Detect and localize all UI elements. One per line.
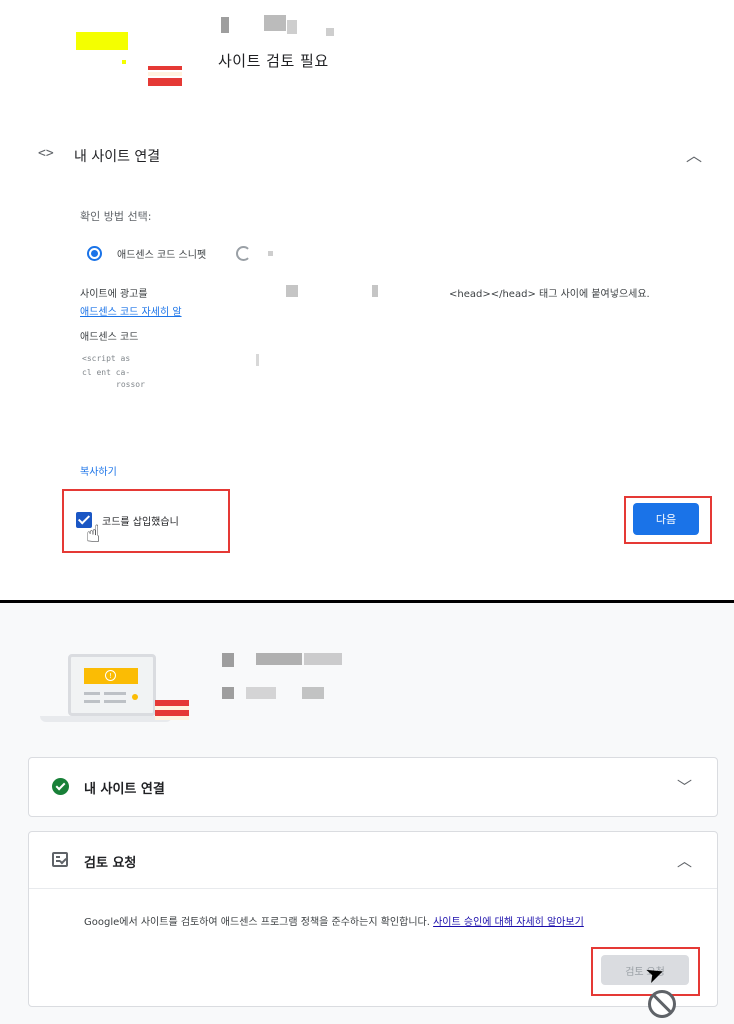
laptop-illustration xyxy=(104,692,126,695)
laptop-illustration xyxy=(40,716,172,722)
review-checklist-icon xyxy=(52,852,68,867)
top-panel: 사이트 검토 필요 <> 내 사이트 연결 ︿ 확인 방법 선택: 애드센스 코… xyxy=(0,0,734,600)
blurred-site-name xyxy=(302,687,324,699)
next-button[interactable]: 다음 xyxy=(633,503,699,535)
blurred-text xyxy=(268,251,273,256)
illustration xyxy=(122,60,126,64)
code-label: 애드센스 코드 xyxy=(80,332,139,343)
checkbox-label: 코드를 삽입했습니 xyxy=(102,517,179,528)
laptop-illustration xyxy=(68,654,156,716)
blurred-site-name xyxy=(256,653,302,665)
code-snippet-line: rossor xyxy=(116,380,145,389)
blurred-text xyxy=(372,285,378,297)
page-title: 사이트 검토 필요 xyxy=(218,52,329,70)
radio-adsense-snippet[interactable] xyxy=(87,246,102,261)
check-circle-icon xyxy=(52,778,69,795)
illustration-books xyxy=(148,72,182,76)
blurred-site-name xyxy=(304,653,342,665)
laptop-illustration xyxy=(104,700,126,703)
card-title-review: 검토 요청 xyxy=(84,856,137,871)
blurred-site-name xyxy=(264,15,286,31)
laptop-illustration xyxy=(84,692,100,695)
review-description: Google에서 사이트를 검토하여 애드센스 프로그램 정책을 준수하는지 확… xyxy=(84,913,584,928)
laptop-illustration xyxy=(132,694,138,700)
blurred-site-name xyxy=(287,20,297,34)
chevron-down-icon[interactable]: ﹀ xyxy=(677,776,692,797)
card-divider xyxy=(29,888,717,889)
chevron-up-icon[interactable]: ︿ xyxy=(677,850,692,871)
hand-pointer-icon: ☝ xyxy=(86,520,101,548)
blurred-site-name xyxy=(222,653,234,667)
review-description-text: Google에서 사이트를 검토하여 애드센스 프로그램 정책을 준수하는지 확… xyxy=(84,917,430,928)
not-allowed-icon xyxy=(648,990,676,1018)
info-icon: ! xyxy=(105,670,116,681)
blurred-site-name xyxy=(222,687,234,699)
code-snippet-line: cl ent ca- xyxy=(82,368,131,377)
blurred-site-name xyxy=(326,28,334,36)
radio-other-option[interactable] xyxy=(236,246,251,261)
laptop-illustration xyxy=(84,700,100,703)
section-title-connect: 내 사이트 연결 xyxy=(74,149,161,165)
card-title-connect: 내 사이트 연결 xyxy=(84,782,165,797)
blurred-text xyxy=(256,354,259,366)
blurred-site-name xyxy=(246,687,276,699)
illustration-books xyxy=(148,78,182,86)
radio-label: 애드센스 코드 스니펫 xyxy=(117,250,207,261)
learn-more-link[interactable]: 애드센스 코드 자세히 알 xyxy=(80,303,182,318)
illustration-books xyxy=(148,66,182,70)
illustration-books xyxy=(155,716,189,720)
chevron-up-icon[interactable]: ︿ xyxy=(686,142,702,166)
illustration xyxy=(76,32,128,50)
copy-link[interactable]: 복사하기 xyxy=(80,463,117,478)
blurred-site-name xyxy=(221,17,229,33)
instruction-text: 사이트에 광고를 xyxy=(80,289,148,300)
code-snippet-line: <script as xyxy=(82,354,131,363)
code-icon: <> xyxy=(38,146,54,161)
instruction-text: <head></head> 태그 사이에 붙여넣으세요. xyxy=(449,289,650,300)
approval-learn-more-link[interactable]: 사이트 승인에 대해 자세히 알아보기 xyxy=(433,917,584,928)
blurred-text xyxy=(286,285,298,297)
method-label: 확인 방법 선택: xyxy=(80,210,152,223)
